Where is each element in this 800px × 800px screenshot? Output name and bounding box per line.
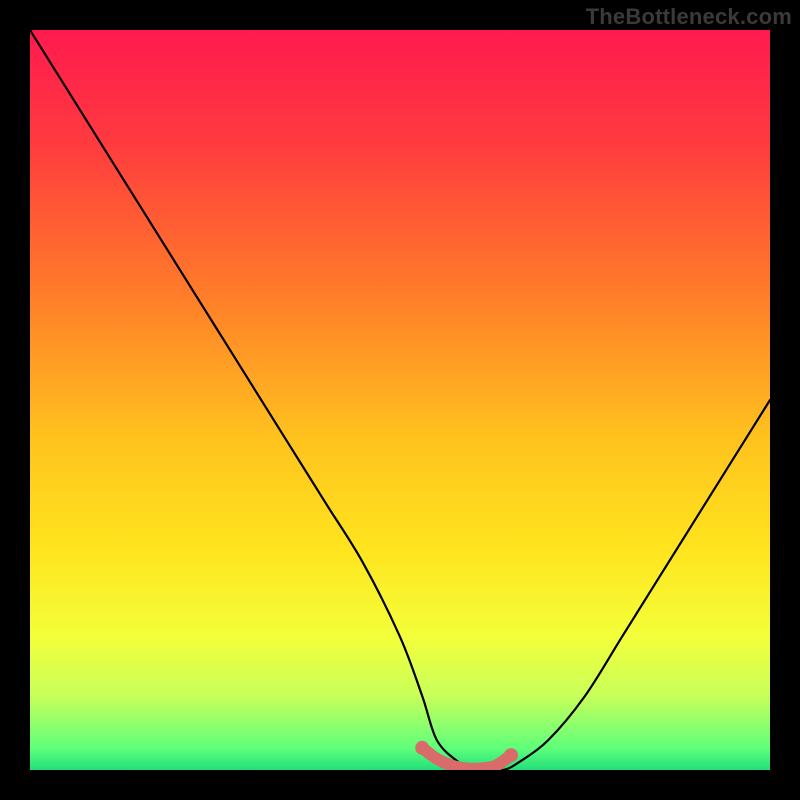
watermark-text: TheBottleneck.com: [586, 4, 792, 30]
gradient-background: [30, 30, 770, 770]
chart-frame: { "watermark": "TheBottleneck.com", "col…: [0, 0, 800, 800]
bottleneck-chart: [0, 0, 800, 800]
